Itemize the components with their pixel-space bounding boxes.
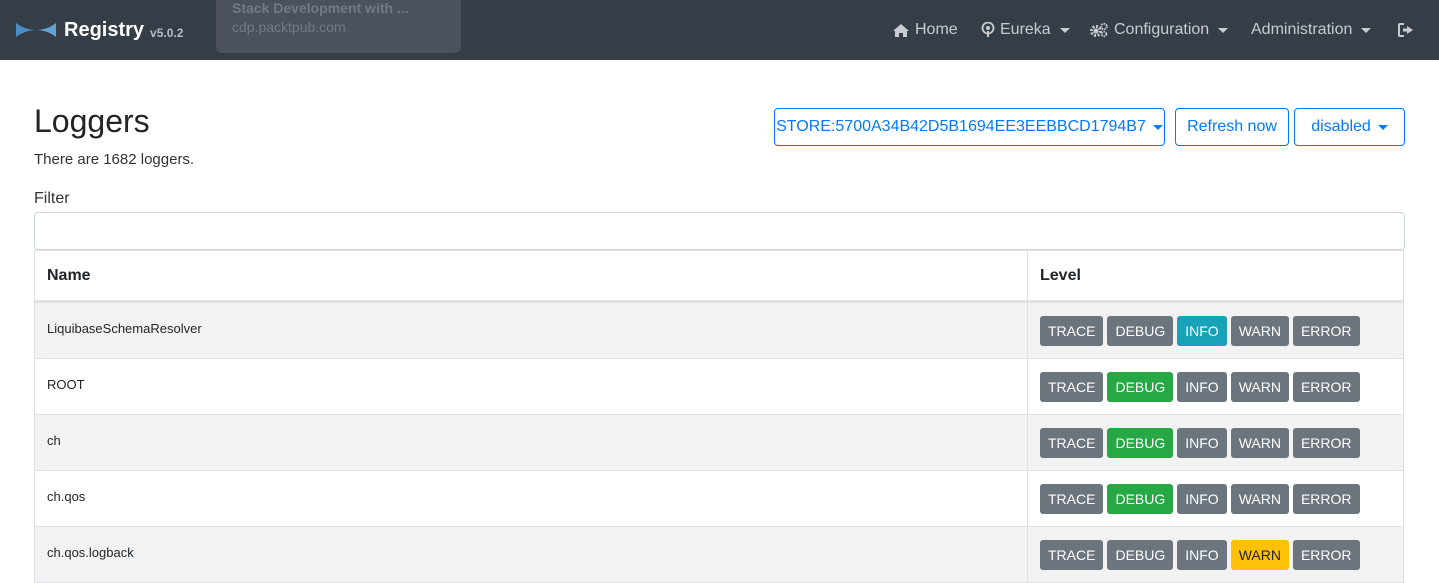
table-row: LiquibaseSchemaResolver TRACE DEBUG INFO WAR… xyxy=(35,302,1403,358)
level-button-info[interactable]: INFO xyxy=(1177,428,1227,458)
nav-configuration[interactable]: Configuration xyxy=(1089,0,1229,60)
level-button-debug[interactable]: DEBUG xyxy=(1107,372,1174,402)
chevron-down-icon xyxy=(1152,124,1163,130)
chevron-down-icon xyxy=(1218,27,1229,33)
brand-name: Registry xyxy=(64,18,145,41)
level-button-info[interactable]: INFO xyxy=(1177,484,1227,514)
level-button-warn[interactable]: WARN xyxy=(1230,316,1289,346)
chevron-down-icon xyxy=(1059,27,1070,33)
logger-level-buttons: TRACE DEBUG INFO WARN ERROR xyxy=(1028,303,1403,358)
level-button-error[interactable]: ERROR xyxy=(1292,540,1360,570)
podcast-icon xyxy=(981,22,995,37)
table-row: ch.qos TRACE DEBUG INFO WARN ERROR xyxy=(35,470,1403,526)
level-button-debug[interactable]: DEBUG xyxy=(1107,484,1174,514)
level-button-error[interactable]: ERROR xyxy=(1292,372,1360,402)
table-row: ch TRACE DEBUG INFO WARN ERROR xyxy=(35,414,1403,470)
logger-level-buttons: TRACE DEBUG INFO WARN ERROR xyxy=(1028,415,1403,470)
page-title: Loggers xyxy=(34,103,150,139)
table-row: ch.qos.logback TRACE DEBUG INFO WARN ERROR xyxy=(35,526,1403,582)
tooltip-title: Stack Development with ... xyxy=(232,0,409,16)
nav-administration[interactable]: Administration xyxy=(1251,0,1372,60)
brand-version: v5.0.2 xyxy=(150,26,184,40)
browser-tooltip: Stack Development with ... cdp.packtpub.… xyxy=(216,0,461,53)
column-header-level[interactable]: Level xyxy=(1028,251,1403,300)
brand-link[interactable]: Registry v5.0.2 xyxy=(14,0,183,60)
sign-out-icon xyxy=(1398,23,1413,37)
nav-administration-label: Administration xyxy=(1251,21,1353,38)
level-button-warn[interactable]: WARN xyxy=(1230,540,1289,570)
refresh-now-button[interactable]: Refresh now xyxy=(1175,108,1289,146)
column-header-name[interactable]: Name xyxy=(35,251,1028,300)
loggers-table: Name Level LiquibaseSchemaResolver TRACE D… xyxy=(34,250,1404,583)
level-button-info[interactable]: INFO xyxy=(1177,316,1227,346)
level-button-error[interactable]: ERROR xyxy=(1292,484,1360,514)
level-button-warn[interactable]: WARN xyxy=(1230,428,1289,458)
table-header-row: Name Level xyxy=(35,251,1403,302)
logger-name: ROOT xyxy=(35,359,1028,414)
filter-label: Filter xyxy=(34,190,70,207)
home-icon xyxy=(893,23,909,37)
table-row: ROOT TRACE DEBUG INFO WARN ERROR xyxy=(35,358,1403,414)
nav-logout[interactable] xyxy=(1398,0,1420,60)
nav-eureka[interactable]: Eureka xyxy=(981,0,1070,60)
level-button-warn[interactable]: WARN xyxy=(1230,372,1289,402)
table-body: LiquibaseSchemaResolver TRACE DEBUG INFO WAR… xyxy=(35,302,1403,582)
nav-home-label: Home xyxy=(915,21,958,38)
level-button-warn[interactable]: WARN xyxy=(1230,484,1289,514)
level-button-debug[interactable]: DEBUG xyxy=(1107,428,1174,458)
registry-logo-icon xyxy=(16,23,56,37)
level-button-trace[interactable]: TRACE xyxy=(1040,540,1104,570)
filter-input[interactable] xyxy=(34,212,1405,250)
level-button-trace[interactable]: TRACE xyxy=(1040,484,1104,514)
level-button-info[interactable]: INFO xyxy=(1177,540,1227,570)
nav-eureka-label: Eureka xyxy=(1000,21,1051,38)
level-button-trace[interactable]: TRACE xyxy=(1040,428,1104,458)
level-button-info[interactable]: INFO xyxy=(1177,372,1227,402)
chevron-down-icon xyxy=(1377,124,1388,130)
chevron-down-icon xyxy=(1361,27,1372,33)
logger-level-buttons: TRACE DEBUG INFO WARN ERROR xyxy=(1028,359,1403,414)
level-button-debug[interactable]: DEBUG xyxy=(1107,540,1174,570)
nav-home[interactable]: Home xyxy=(892,0,958,60)
level-button-error[interactable]: ERROR xyxy=(1292,428,1360,458)
logger-level-buttons: TRACE DEBUG INFO WARN ERROR xyxy=(1028,471,1403,526)
logger-level-buttons: TRACE DEBUG INFO WARN ERROR xyxy=(1028,527,1403,582)
level-button-trace[interactable]: TRACE xyxy=(1040,372,1104,402)
tooltip-url: cdp.packtpub.com xyxy=(232,19,346,35)
auto-refresh-label: disabled xyxy=(1311,118,1371,135)
level-button-debug[interactable]: DEBUG xyxy=(1107,316,1174,346)
refresh-now-label: Refresh now xyxy=(1187,118,1277,135)
level-button-error[interactable]: ERROR xyxy=(1292,316,1360,346)
level-button-trace[interactable]: TRACE xyxy=(1040,316,1104,346)
cogs-icon xyxy=(1090,22,1108,38)
instance-select-label: STORE:5700A34B42D5B1694EE3EEBBCD1794B7 xyxy=(776,118,1146,135)
logger-name: ch xyxy=(35,415,1028,470)
auto-refresh-dropdown[interactable]: disabled xyxy=(1294,108,1405,146)
instance-select-button[interactable]: STORE:5700A34B42D5B1694EE3EEBBCD1794B7 xyxy=(774,108,1165,146)
nav-configuration-label: Configuration xyxy=(1114,21,1210,38)
logger-name: ch.qos.logback xyxy=(35,527,1028,582)
logger-count: There are 1682 loggers. xyxy=(34,151,195,168)
logger-name: LiquibaseSchemaResolver xyxy=(35,303,1028,358)
logger-name: ch.qos xyxy=(35,471,1028,526)
top-navbar: Registry v5.0.2 Stack Development with .… xyxy=(0,0,1439,60)
